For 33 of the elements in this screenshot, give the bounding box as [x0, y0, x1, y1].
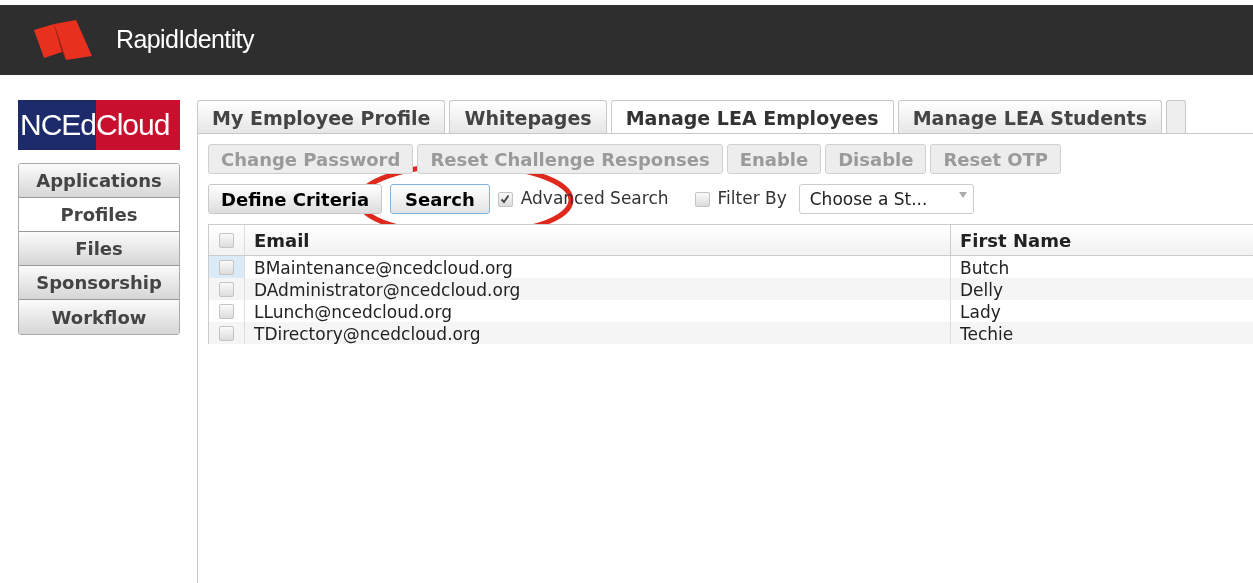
sidebar-item[interactable]: Workflow: [19, 300, 179, 334]
search-button[interactable]: Search: [390, 184, 490, 214]
select-all-checkbox[interactable]: [219, 232, 234, 248]
column-header[interactable]: First Name: [951, 225, 1253, 255]
tab[interactable]: My Employee Profile: [197, 100, 446, 133]
table-cell-text: Lady: [959, 301, 1002, 322]
checkbox[interactable]: [694, 191, 710, 207]
checkmark-icon: [500, 194, 511, 204]
checkbox-label: Filter By: [717, 187, 787, 211]
tab[interactable]: Whitepages: [449, 100, 607, 133]
sidebar-item[interactable]: Files: [19, 232, 179, 266]
sidebar-item[interactable]: Applications: [19, 164, 179, 198]
brand-left: NCEd: [18, 100, 97, 150]
table-cell: TDirectory@ncedcloud.org: [245, 322, 951, 344]
tab[interactable]: Manage LEA Employees: [610, 100, 894, 133]
brand-right: Cloud: [96, 100, 180, 150]
checkbox[interactable]: [497, 191, 513, 207]
logo-icon: [32, 20, 94, 60]
caret-icon: [958, 192, 967, 198]
app-title: RapidIdentity: [116, 24, 254, 56]
column-header[interactable]: Email: [245, 225, 951, 255]
row-checkbox[interactable]: [219, 303, 234, 319]
table-cell-text: Delly: [959, 279, 1005, 300]
tab[interactable]: Manage LEA Students: [897, 100, 1162, 133]
table-cell-text: Techie: [959, 323, 1015, 344]
state-dropdown[interactable]: Choose a St...: [798, 184, 974, 214]
row-checkbox[interactable]: [219, 259, 234, 275]
define-criteria-button[interactable]: Define Criteria: [208, 184, 383, 214]
table-cell-text: Butch: [959, 257, 1011, 278]
partial-tab[interactable]: [1165, 100, 1186, 133]
row-checkbox[interactable]: [219, 325, 234, 341]
sidebar-item[interactable]: Sponsorship: [19, 266, 179, 300]
row-checkbox[interactable]: [219, 281, 234, 297]
